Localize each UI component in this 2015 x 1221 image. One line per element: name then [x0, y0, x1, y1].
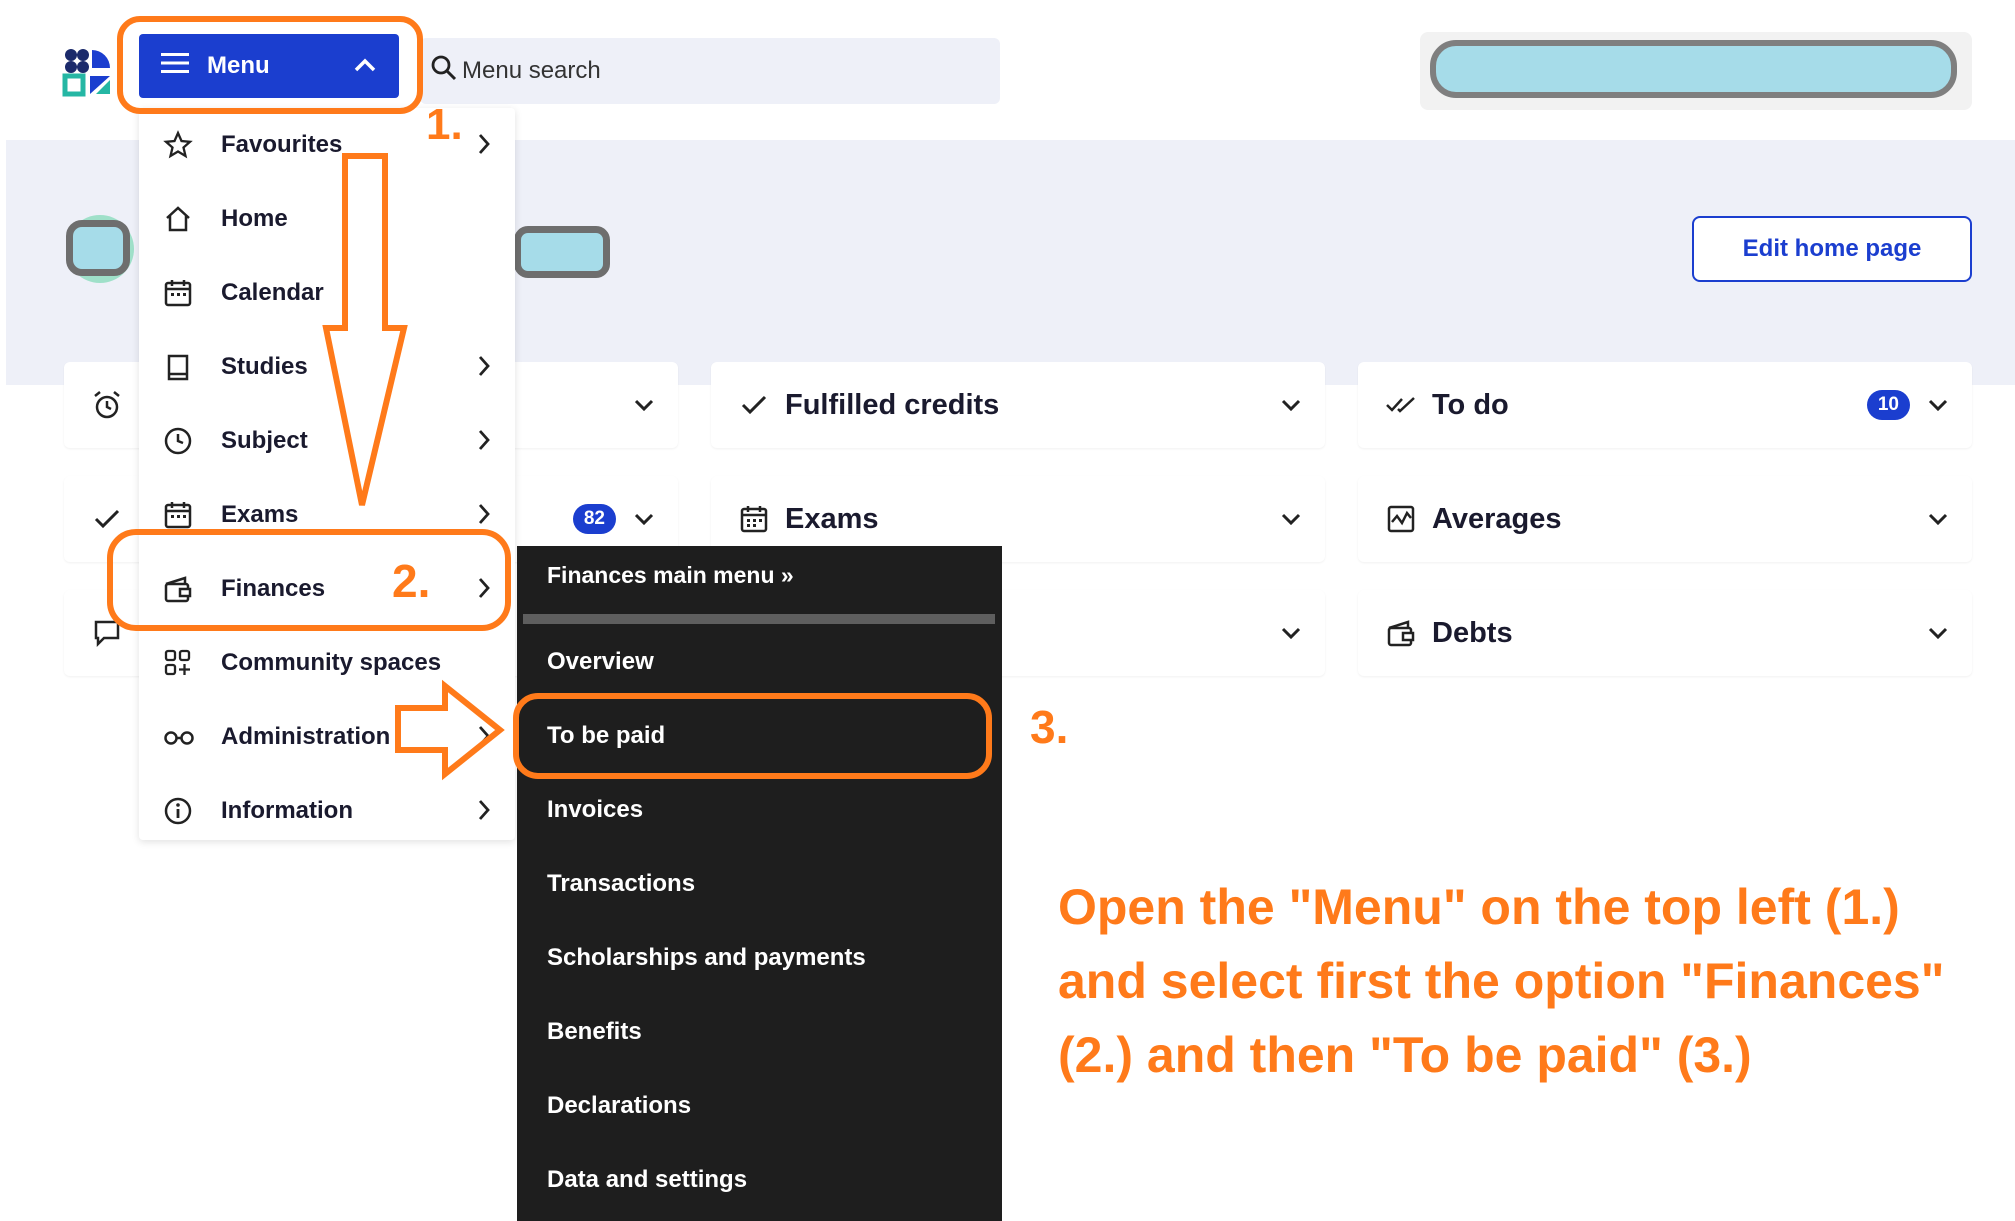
menu-item-label: Information: [221, 797, 353, 824]
menu-item-label: Community spaces: [221, 649, 442, 676]
double-check-icon: [1384, 395, 1418, 415]
star-icon: [163, 130, 193, 160]
menu-item-community-spaces[interactable]: Community spaces: [139, 628, 515, 698]
menu-item-finances[interactable]: Finances: [139, 554, 515, 624]
menu-item-subject[interactable]: Subject: [139, 406, 515, 476]
annotation-step-3: 3.: [1030, 701, 1069, 753]
annotation-step-2: 2.: [392, 555, 431, 607]
app-logo[interactable]: [62, 46, 114, 98]
menu-button-label: Menu: [207, 52, 270, 79]
menu-search-input[interactable]: Menu search: [420, 38, 1000, 104]
search-placeholder: Menu search: [462, 57, 601, 84]
count-badge: 82: [572, 504, 616, 534]
alarm-clock-icon: [90, 389, 124, 421]
home-icon: [163, 204, 193, 234]
info-icon: [163, 796, 193, 826]
menu-item-label: Favourites: [221, 131, 343, 158]
wallet-icon: [163, 574, 193, 604]
menu-item-label: Calendar: [221, 279, 324, 306]
submenu-item-invoices[interactable]: Invoices: [547, 796, 643, 824]
chevron-down-icon[interactable]: [1277, 627, 1305, 639]
submenu-item-benefits[interactable]: Benefits: [547, 1018, 642, 1046]
check-icon: [737, 393, 771, 417]
calendar-icon: [163, 500, 193, 530]
card-title: Averages: [1432, 502, 1562, 535]
card-debts[interactable]: Debts: [1358, 590, 1972, 676]
check-icon: [90, 507, 124, 531]
annotation-step-1: 1.: [426, 100, 463, 149]
chevron-down-icon[interactable]: [630, 513, 658, 525]
calendar-icon: [737, 504, 771, 534]
chevron-down-icon[interactable]: [1924, 627, 1952, 639]
submenu-item-data-and-settings[interactable]: Data and settings: [547, 1166, 747, 1194]
menu-item-label: Administration: [221, 723, 391, 750]
card-title: Exams: [785, 502, 879, 535]
menu-item-home[interactable]: Home: [139, 184, 515, 254]
chevron-down-icon[interactable]: [1277, 513, 1305, 525]
chat-icon: [90, 618, 124, 648]
chevron-right-icon: [477, 798, 491, 829]
redacted-avatar: [66, 220, 130, 276]
menu-item-label: Subject: [221, 427, 308, 454]
chevron-right-icon: [477, 502, 491, 533]
chevron-up-icon: [353, 52, 377, 80]
chevron-right-icon: [477, 428, 491, 459]
menu-item-administration[interactable]: Administration: [139, 702, 515, 772]
clock-icon: [163, 426, 193, 456]
chevron-down-icon[interactable]: [1277, 399, 1305, 411]
card-title: To do: [1432, 388, 1509, 421]
edit-home-page-button[interactable]: Edit home page: [1692, 216, 1972, 282]
menu-item-label: Studies: [221, 353, 308, 380]
main-menu-dropdown: Favourites Home Calendar Studies Subject…: [139, 108, 515, 840]
menu-item-label: Finances: [221, 575, 326, 602]
search-icon: [430, 54, 458, 89]
menu-item-label: Exams: [221, 501, 299, 528]
instruction-line-1: Open the "Menu" on the top left (1.): [1058, 879, 1900, 935]
menu-item-exams[interactable]: Exams: [139, 480, 515, 550]
instruction-line-3: (2.) and then "To be paid" (3.): [1058, 1027, 1752, 1083]
menu-item-studies[interactable]: Studies: [139, 332, 515, 402]
chevron-down-icon[interactable]: [1924, 513, 1952, 525]
redacted-greeting-name: [514, 226, 610, 278]
card-to-do[interactable]: To do 10: [1358, 362, 1972, 448]
submenu-item-scholarships-and-payments[interactable]: Scholarships and payments: [547, 944, 866, 972]
submenu-item-transactions[interactable]: Transactions: [547, 870, 695, 898]
count-badge: 10: [1866, 390, 1910, 420]
submenu-item-declarations[interactable]: Declarations: [547, 1092, 691, 1120]
book-icon: [163, 352, 193, 382]
menu-button[interactable]: Menu: [139, 34, 399, 98]
redacted-user-name: [1430, 40, 1957, 98]
chart-icon: [1384, 504, 1418, 534]
chevron-down-icon[interactable]: [630, 399, 658, 411]
calendar-icon: [163, 278, 193, 308]
menu-item-calendar[interactable]: Calendar: [139, 258, 515, 328]
card-averages[interactable]: Averages: [1358, 476, 1972, 562]
chevron-right-icon: [477, 724, 491, 755]
instruction-line-2: and select first the option "Finances": [1058, 953, 1945, 1009]
finances-main-menu-link[interactable]: Finances main menu »: [547, 562, 794, 589]
submenu-item-to-be-paid[interactable]: To be paid: [547, 722, 665, 750]
wallet-icon: [1384, 618, 1418, 648]
submenu-divider: [523, 614, 995, 624]
submenu-item-overview[interactable]: Overview: [547, 648, 654, 676]
chevron-down-icon[interactable]: [1924, 399, 1952, 411]
glasses-icon: [163, 722, 194, 752]
card-title: Fulfilled credits: [785, 388, 1000, 421]
card-fulfilled-credits[interactable]: Fulfilled credits: [711, 362, 1325, 448]
instruction-text: Open the "Menu" on the top left (1.) and…: [1058, 870, 1998, 1092]
menu-item-information[interactable]: Information: [139, 776, 515, 846]
chevron-right-icon: [477, 576, 491, 607]
chevron-right-icon: [477, 132, 491, 163]
chevron-right-icon: [477, 354, 491, 385]
hamburger-icon: [161, 52, 189, 81]
menu-item-label: Home: [221, 205, 288, 232]
grid-plus-icon: [163, 648, 193, 678]
card-title: Debts: [1432, 616, 1513, 649]
